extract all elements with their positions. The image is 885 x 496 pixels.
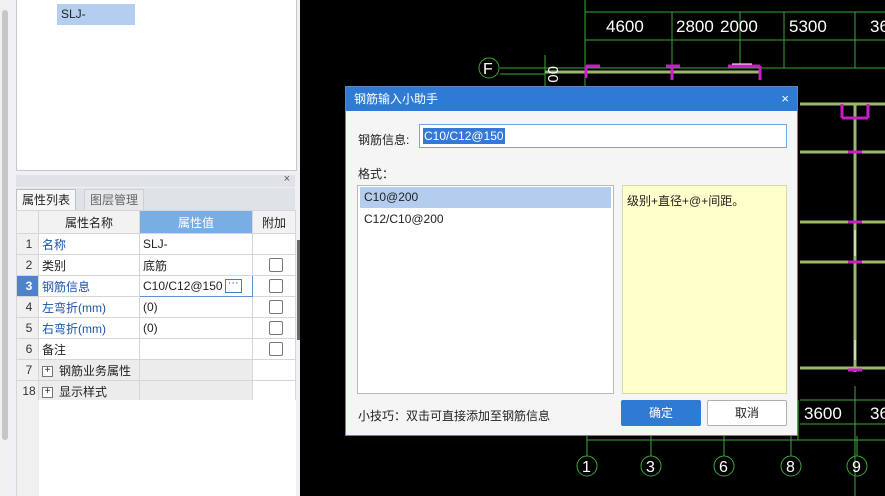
property-value[interactable] <box>139 338 253 360</box>
property-value <box>139 380 253 402</box>
extra-cell <box>252 359 296 381</box>
format-description: 级别+直径+@+间距。 <box>622 185 787 394</box>
format-item[interactable]: C12/C10@200 <box>360 209 611 230</box>
extra-cell <box>252 254 296 276</box>
dimension-label: 2000 <box>720 17 758 36</box>
property-value <box>139 359 253 381</box>
tab-layer-management[interactable]: 图层管理 <box>84 189 145 211</box>
table-row[interactable]: 2 类别 底筋 <box>16 254 296 276</box>
dialog-close-icon[interactable]: × <box>781 87 789 111</box>
dimension-label: 4600 <box>606 17 644 36</box>
extra-cell <box>252 317 296 339</box>
dimension-label: 3600 <box>804 404 842 423</box>
vertical-dimension: 00 <box>544 66 561 83</box>
property-table: 属性名称 属性值 附加 1 名称 SLJ- 2 类别 底筋 3 钢筋信息 C10… <box>16 210 296 402</box>
axis-label: 1 <box>582 459 591 476</box>
extra-cell <box>252 296 296 318</box>
extra-checkbox[interactable] <box>268 300 283 315</box>
more-options-icon[interactable]: ··· <box>224 278 242 294</box>
format-item-selected[interactable]: C10@200 <box>360 187 611 208</box>
format-list[interactable]: C10@200 C12/C10@200 <box>357 185 614 394</box>
property-value-text: C10/C12@150 <box>143 278 223 293</box>
table-row[interactable]: 5 右弯折(mm) (0) <box>16 317 296 339</box>
column-header-extra: 附加 <box>252 210 296 234</box>
axis-label: 8 <box>786 459 795 476</box>
group-label: 显示样式 <box>59 384 108 399</box>
rebar-info-label: 钢筋信息: <box>358 133 410 147</box>
extra-checkbox[interactable] <box>268 258 283 273</box>
table-row[interactable]: 6 备注 <box>16 338 296 360</box>
left-panel: SLJ- × 属性列表 图层管理 属性名称 属性值 附加 1 名称 SLJ- 2… <box>0 0 300 496</box>
expand-icon[interactable]: + <box>42 365 53 377</box>
row-index: 2 <box>16 254 39 276</box>
extra-cell <box>252 338 296 360</box>
extra-checkbox[interactable] <box>268 342 283 357</box>
property-name: 名称 <box>38 233 140 255</box>
cancel-button[interactable]: 取消 <box>707 400 787 426</box>
row-index: 3 <box>16 275 39 297</box>
tree-item-selected[interactable]: SLJ- <box>57 4 135 25</box>
property-group[interactable]: + 钢筋业务属性 <box>38 359 140 381</box>
tip-text: 小技巧：双击可直接添加至钢筋信息 <box>358 409 551 423</box>
property-name: 左弯折(mm) <box>38 296 140 318</box>
axis-label-F: F <box>483 61 493 78</box>
tab-property-list[interactable]: 属性列表 <box>16 189 77 211</box>
rebar-info-value: C10/C12@150 <box>423 128 505 144</box>
property-name: 右弯折(mm) <box>38 317 140 339</box>
dialog-title-bar[interactable]: 钢筋输入小助手 × <box>346 87 797 111</box>
property-name: 钢筋信息 <box>38 275 140 297</box>
row-index: 7 <box>16 359 39 381</box>
panel-close-icon[interactable]: × <box>284 173 290 185</box>
component-tree: SLJ- <box>16 0 297 171</box>
extra-cell <box>252 380 296 402</box>
property-panel-header: × <box>16 173 295 187</box>
left-scrollbar[interactable] <box>0 0 10 496</box>
column-header-value: 属性值 <box>139 210 253 234</box>
extra-checkbox[interactable] <box>268 279 283 294</box>
extra-cell <box>252 233 296 255</box>
group-label: 钢筋业务属性 <box>59 363 132 378</box>
dimension-label: 5300 <box>789 17 827 36</box>
property-value[interactable]: SLJ- <box>139 233 253 255</box>
extra-cell <box>252 275 296 297</box>
axis-label: 9 <box>852 459 861 476</box>
row-index-column <box>17 400 39 496</box>
row-index: 18 <box>16 380 39 402</box>
corner-cell <box>16 210 39 234</box>
row-index: 4 <box>16 296 39 318</box>
property-value[interactable]: (0) <box>139 317 253 339</box>
property-table-header: 属性名称 属性值 附加 <box>16 210 296 234</box>
axis-label: 3 <box>646 459 655 476</box>
extra-checkbox[interactable] <box>268 321 283 336</box>
table-row[interactable]: 4 左弯折(mm) (0) <box>16 296 296 318</box>
dialog-title: 钢筋输入小助手 <box>354 92 439 106</box>
table-row-active[interactable]: 3 钢筋信息 C10/C12@150 ··· <box>16 275 296 297</box>
ok-button[interactable]: 确定 <box>621 400 701 426</box>
scrollbar-thumb[interactable] <box>2 10 8 440</box>
property-value[interactable]: 底筋 <box>139 254 253 276</box>
property-tabs: 属性列表 图层管理 <box>16 188 295 211</box>
dimension-label: 36 <box>870 404 885 423</box>
table-row-group[interactable]: 7 + 钢筋业务属性 <box>16 359 296 381</box>
row-index: 1 <box>16 233 39 255</box>
format-label: 格式： <box>358 167 395 181</box>
rebar-info-input[interactable]: C10/C12@150 <box>419 124 787 148</box>
table-row-group[interactable]: 18 + 显示样式 <box>16 380 296 402</box>
column-header-name: 属性名称 <box>38 210 140 234</box>
row-index: 5 <box>16 317 39 339</box>
property-name: 类别 <box>38 254 140 276</box>
dimension-label: 2800 <box>676 17 714 36</box>
property-value-editing[interactable]: C10/C12@150 ··· <box>139 275 253 297</box>
property-group[interactable]: + 显示样式 <box>38 380 140 402</box>
row-index: 6 <box>16 338 39 360</box>
rebar-input-assistant-dialog: 钢筋输入小助手 × 钢筋信息: C10/C12@150 格式： C10@200 … <box>345 86 798 436</box>
property-value[interactable]: (0) <box>139 296 253 318</box>
axis-label: 6 <box>719 459 728 476</box>
property-name: 备注 <box>38 338 140 360</box>
property-table-empty-area <box>16 400 296 496</box>
table-row[interactable]: 1 名称 SLJ- <box>16 233 296 255</box>
dimension-label: 36 <box>870 17 885 36</box>
expand-icon[interactable]: + <box>42 386 53 398</box>
